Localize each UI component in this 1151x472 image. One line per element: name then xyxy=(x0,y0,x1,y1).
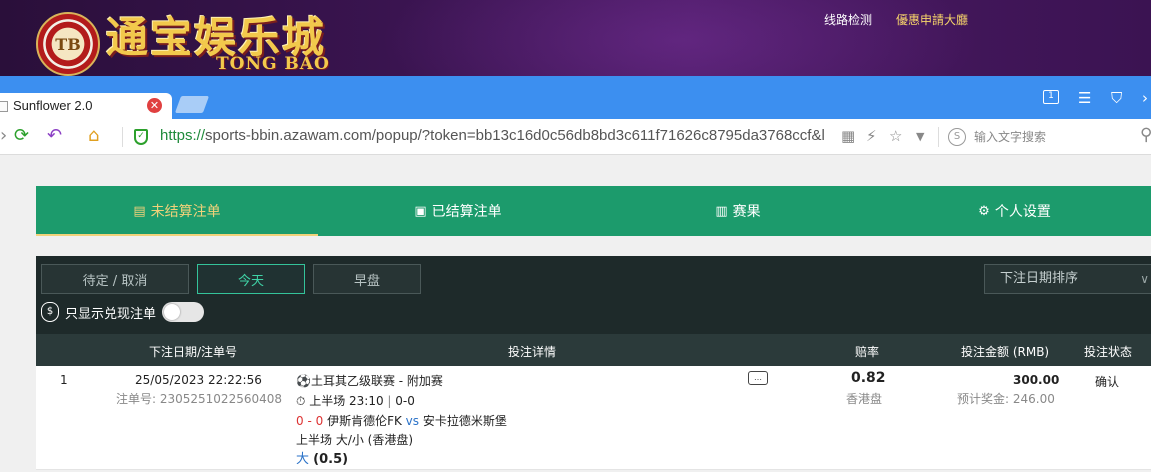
search-engine-icon[interactable]: S xyxy=(948,128,966,146)
gear-icon: ⚙ xyxy=(978,203,990,219)
divider xyxy=(938,127,939,147)
logo-chip-text: TB xyxy=(55,34,81,54)
filter-early-button[interactable]: 早盘 xyxy=(313,264,421,294)
col-status: 投注状态 xyxy=(1084,345,1133,359)
search-input[interactable] xyxy=(974,128,1124,146)
route-check-link[interactable]: 线路检测 xyxy=(824,11,872,28)
banner-glow xyxy=(380,0,980,76)
lightning-icon[interactable]: ⚡ xyxy=(866,127,877,145)
filter-panel: 待定 / 取消 今天 早盘 下注日期排序 ∨ $ 只显示兑现注单 xyxy=(36,256,1151,334)
tab-settings[interactable]: ⚙ 个人设置 xyxy=(878,186,1151,236)
settled-icon: ▣ xyxy=(414,203,427,219)
market-label: 上半场 大/小 (香港盘) xyxy=(296,433,414,447)
menu-icon[interactable]: ☰ xyxy=(1078,89,1091,107)
receipt-icon: ▤ xyxy=(133,203,146,219)
cashout-toggle[interactable] xyxy=(162,302,205,322)
col-date: 下注日期/注单号 xyxy=(149,345,238,359)
forward-icon[interactable]: › xyxy=(0,126,7,146)
match-row: 0 - 0 伊斯肯德伦FK vs 安卡拉德米斯堡 xyxy=(296,414,507,428)
table-row: 1 25/05/2023 22:22:56 注单号: 2305251022560… xyxy=(36,366,1151,470)
selection-row: 大 (0.5) xyxy=(296,452,349,467)
tab-settled-bets[interactable]: ▣ 已结算注单 xyxy=(318,186,598,236)
stake-amount: 300.00 xyxy=(1013,373,1060,387)
logo-subtitle: TONG BAO xyxy=(216,54,330,74)
qr-code-icon[interactable]: ▦ xyxy=(841,127,855,145)
sort-select[interactable]: 下注日期排序 ∨ xyxy=(984,264,1151,294)
odds-value: 0.82 xyxy=(851,370,886,386)
logo-chip-icon: TB xyxy=(36,12,100,76)
tab-unsettled-bets[interactable]: ▤ 未结算注单 xyxy=(36,186,318,236)
odds-type: 香港盘 xyxy=(846,392,883,406)
promo-hall-link[interactable]: 優惠申請大廳 xyxy=(896,11,968,28)
money-bag-icon: $ xyxy=(41,302,59,322)
casino-banner: TB 通宝娱乐城 TONG BAO 线路检测 優惠申請大廳 xyxy=(0,0,1151,76)
dropdown-icon[interactable]: ▼ xyxy=(916,130,924,143)
star-icon[interactable]: ☆ xyxy=(889,127,902,145)
filter-today-button[interactable]: 今天 xyxy=(197,264,305,294)
bet-date: 25/05/2023 22:22:56 xyxy=(135,373,262,387)
row-index: 1 xyxy=(60,373,68,387)
address-bar: › ⟳ ↶ ⌂ ✓ https://sports-bbin.azawam.com… xyxy=(0,119,1151,155)
cashout-label: 只显示兑现注单 xyxy=(65,306,157,322)
browser-tab[interactable]: Sunflower 2.0 ✕ xyxy=(0,93,172,120)
url-field[interactable]: https://sports-bbin.azawam.com/popup/?to… xyxy=(160,127,835,144)
filter-pending-button[interactable]: 待定 / 取消 xyxy=(41,264,189,294)
tab-title: Sunflower 2.0 xyxy=(13,98,93,113)
cashout-filter: $ 只显示兑现注单 xyxy=(41,302,205,322)
home-icon[interactable]: ⌂ xyxy=(88,126,99,146)
period-row: ⏱ 上半场 23:10 | 0-0 xyxy=(296,394,415,408)
skin-icon[interactable]: ⛉ xyxy=(1111,89,1122,107)
app-nav: ▤ 未结算注单 ▣ 已结算注单 ▥ 赛果 ⚙ 个人设置 xyxy=(36,186,1151,236)
chevron-down-icon: ∨ xyxy=(1140,272,1149,286)
secure-shield-icon[interactable]: ✓ xyxy=(134,129,148,145)
browser-tab-bar: Sunflower 2.0 ✕ 1 ☰ ⛉ › xyxy=(0,76,1151,120)
col-stake: 投注金额 (RMB) xyxy=(961,345,1050,359)
new-tab-button[interactable] xyxy=(174,96,210,113)
live-chat-icon[interactable]: … xyxy=(748,371,768,385)
more-icon[interactable]: › xyxy=(1142,89,1148,107)
soccer-ball-icon: ⚽ xyxy=(296,374,311,388)
tab-results[interactable]: ▥ 赛果 xyxy=(598,186,878,236)
search-icon[interactable]: ⚲ xyxy=(1140,125,1151,145)
tab-count-icon[interactable]: 1 xyxy=(1043,90,1059,104)
divider xyxy=(122,127,123,147)
bet-status: 确认 xyxy=(1095,375,1120,389)
table-header: 下注日期/注单号 投注详情 赔率 投注金额 (RMB) 投注状态 xyxy=(36,334,1151,366)
close-tab-icon[interactable]: ✕ xyxy=(147,98,162,113)
scoreboard-icon: ▥ xyxy=(715,203,728,219)
col-odds: 赔率 xyxy=(855,345,880,359)
undo-icon[interactable]: ↶ xyxy=(47,126,62,146)
col-details: 投注详情 xyxy=(508,345,557,359)
page-icon xyxy=(0,101,8,112)
estimated-payout: 预计奖金: 246.00 xyxy=(957,392,1055,406)
league-row: ⚽土耳其乙级联赛 - 附加赛 xyxy=(296,374,443,388)
order-number: 注单号: 2305251022560408 xyxy=(116,392,283,406)
timer-icon: ⏱ xyxy=(296,394,306,408)
sort-select-label: 下注日期排序 xyxy=(1000,271,1079,286)
refresh-icon[interactable]: ⟳ xyxy=(14,126,29,146)
